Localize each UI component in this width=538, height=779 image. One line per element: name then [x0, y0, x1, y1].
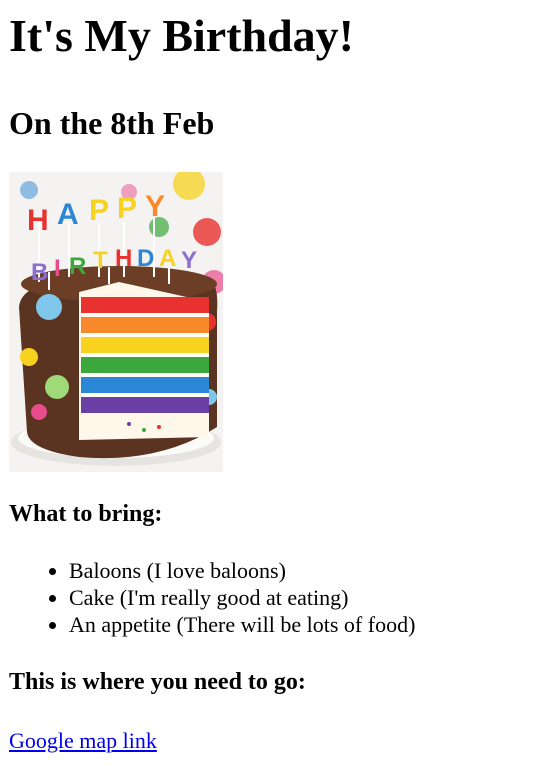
- cake-letter: P: [89, 194, 109, 227]
- cake-letter: H: [27, 204, 49, 237]
- cake-letter: T: [93, 247, 108, 274]
- list-item: Cake (I'm really good at eating): [69, 584, 538, 611]
- cake-letter: H: [115, 245, 132, 272]
- page: { "heading": "It's My Birthday!", "date_…: [0, 12, 538, 779]
- google-map-link[interactable]: Google map link: [9, 728, 157, 754]
- cake-letter: D: [137, 245, 154, 272]
- cake-letter: P: [117, 192, 137, 225]
- list-item: An appetite (There will be lots of food): [69, 611, 538, 638]
- bring-list: Baloons (I love baloons) Cake (I'm reall…: [9, 557, 538, 638]
- bring-heading: What to bring:: [9, 501, 163, 527]
- cake-letter: Y: [145, 190, 165, 223]
- cake-letter: A: [57, 198, 79, 231]
- cake-letter: Y: [181, 247, 197, 274]
- cake-letter: B: [31, 259, 48, 286]
- date-heading: On the 8th Feb: [9, 105, 215, 141]
- birthday-cake-image: H A P P Y B I R T H D A Y: [9, 172, 223, 472]
- page-title: It's My Birthday!: [9, 10, 354, 61]
- cake-letter: A: [159, 245, 176, 272]
- cake-letter: R: [69, 253, 86, 280]
- cake-letter: I: [54, 255, 61, 282]
- directions-heading: This is where you need to go:: [9, 669, 306, 695]
- list-item: Baloons (I love baloons): [69, 557, 538, 584]
